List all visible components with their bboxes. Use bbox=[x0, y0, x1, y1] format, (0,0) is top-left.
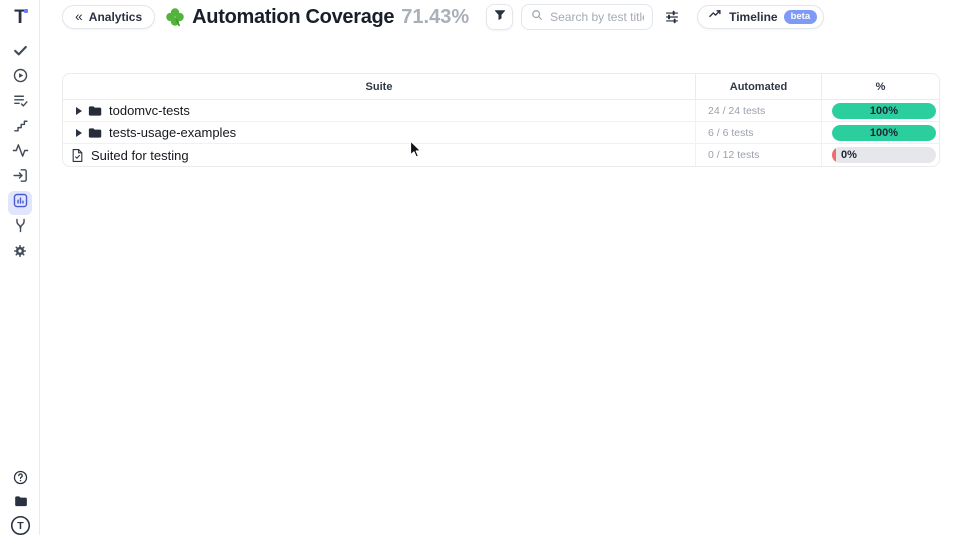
caret-right-icon[interactable] bbox=[76, 129, 82, 137]
timeline-button[interactable]: Timeline beta bbox=[697, 5, 824, 29]
branch-icon bbox=[12, 217, 29, 239]
search-box bbox=[521, 4, 653, 30]
funnel-icon bbox=[493, 8, 507, 27]
beta-badge: beta bbox=[784, 10, 818, 25]
percent-cell: 100% bbox=[822, 122, 939, 143]
sidebar-item-analytics[interactable] bbox=[8, 191, 32, 215]
sidebar: T bbox=[0, 0, 40, 535]
automated-cell: 6 / 6 tests bbox=[696, 122, 822, 143]
table-row: Suited for testing 0 / 12 tests 0% bbox=[63, 144, 939, 166]
automated-cell: 24 / 24 tests bbox=[696, 100, 822, 121]
suite-name: todomvc-tests bbox=[109, 103, 190, 118]
sidebar-item-branches[interactable] bbox=[8, 216, 32, 240]
back-button-label: Analytics bbox=[89, 10, 142, 24]
avatar-icon: T bbox=[10, 515, 31, 541]
search-icon bbox=[530, 8, 544, 27]
sidebar-item-plans[interactable] bbox=[8, 91, 32, 115]
caret-right-icon[interactable] bbox=[76, 107, 82, 115]
clover-icon bbox=[165, 7, 185, 27]
play-circle-icon bbox=[12, 67, 29, 89]
coverage-percent: 71.43% bbox=[401, 6, 469, 29]
app-logo[interactable]: T bbox=[8, 5, 32, 29]
svg-text:T: T bbox=[17, 520, 24, 532]
suite-name: tests-usage-examples bbox=[109, 125, 236, 140]
table-row: todomvc-tests 24 / 24 tests 100% bbox=[63, 100, 939, 122]
coverage-bar: 100% bbox=[832, 125, 936, 141]
percent-cell: 0% bbox=[822, 144, 939, 166]
suite-cell[interactable]: Suited for testing bbox=[63, 144, 696, 166]
column-header-automated: Automated bbox=[696, 74, 822, 99]
suite-cell[interactable]: tests-usage-examples bbox=[63, 122, 696, 143]
table-header: Suite Automated % bbox=[63, 74, 939, 100]
suite-name: Suited for testing bbox=[91, 148, 189, 163]
file-check-icon bbox=[71, 148, 84, 163]
suite-cell[interactable]: todomvc-tests bbox=[63, 100, 696, 121]
sidebar-nav bbox=[8, 41, 32, 265]
gear-icon bbox=[12, 243, 28, 264]
chevrons-left-icon: « bbox=[75, 9, 83, 23]
automated-cell: 0 / 12 tests bbox=[696, 144, 822, 166]
sidebar-item-tests[interactable] bbox=[8, 41, 32, 65]
back-to-analytics-button[interactable]: « Analytics bbox=[62, 5, 155, 29]
folder-icon bbox=[88, 127, 102, 139]
coverage-bar-label: 100% bbox=[832, 125, 936, 141]
check-icon bbox=[12, 42, 29, 64]
column-header-suite: Suite bbox=[63, 74, 696, 99]
help-icon bbox=[12, 469, 29, 491]
sidebar-item-pulls[interactable] bbox=[8, 166, 32, 190]
coverage-bar: 100% bbox=[832, 103, 936, 119]
analytics-chart-icon bbox=[12, 192, 29, 214]
sidebar-item-steps[interactable] bbox=[8, 116, 32, 140]
percent-cell: 100% bbox=[822, 100, 939, 121]
coverage-bar: 0% bbox=[832, 147, 936, 163]
page-title: Automation Coverage bbox=[192, 6, 394, 29]
list-check-icon bbox=[12, 92, 29, 114]
trend-icon bbox=[708, 7, 723, 27]
projects-button[interactable] bbox=[8, 492, 32, 516]
sidebar-item-runs[interactable] bbox=[8, 66, 32, 90]
coverage-bar-label: 100% bbox=[832, 103, 936, 119]
page-header: « Analytics Automation Coverage 71.43% bbox=[40, 0, 960, 34]
profile-avatar[interactable]: T bbox=[8, 516, 32, 540]
sidebar-bottom: T bbox=[8, 468, 32, 540]
sidebar-item-pulse[interactable] bbox=[8, 141, 32, 165]
timeline-label: Timeline bbox=[729, 10, 777, 24]
column-header-percent: % bbox=[822, 74, 939, 99]
logo-letter: T bbox=[14, 8, 26, 27]
search-input[interactable] bbox=[550, 10, 644, 24]
sidebar-item-settings[interactable] bbox=[8, 241, 32, 265]
folder-icon bbox=[88, 105, 102, 117]
projects-folder-icon bbox=[12, 493, 29, 515]
pulse-icon bbox=[12, 142, 29, 164]
table-row: tests-usage-examples 6 / 6 tests 100% bbox=[63, 122, 939, 144]
coverage-table: Suite Automated % todomvc-tests 24 / 24 … bbox=[62, 73, 940, 167]
import-icon bbox=[12, 167, 29, 189]
stairs-icon bbox=[12, 117, 29, 139]
help-button[interactable] bbox=[8, 468, 32, 492]
sliders-icon[interactable] bbox=[664, 9, 680, 25]
coverage-bar-label: 0% bbox=[832, 147, 936, 163]
filter-button[interactable] bbox=[486, 4, 513, 30]
